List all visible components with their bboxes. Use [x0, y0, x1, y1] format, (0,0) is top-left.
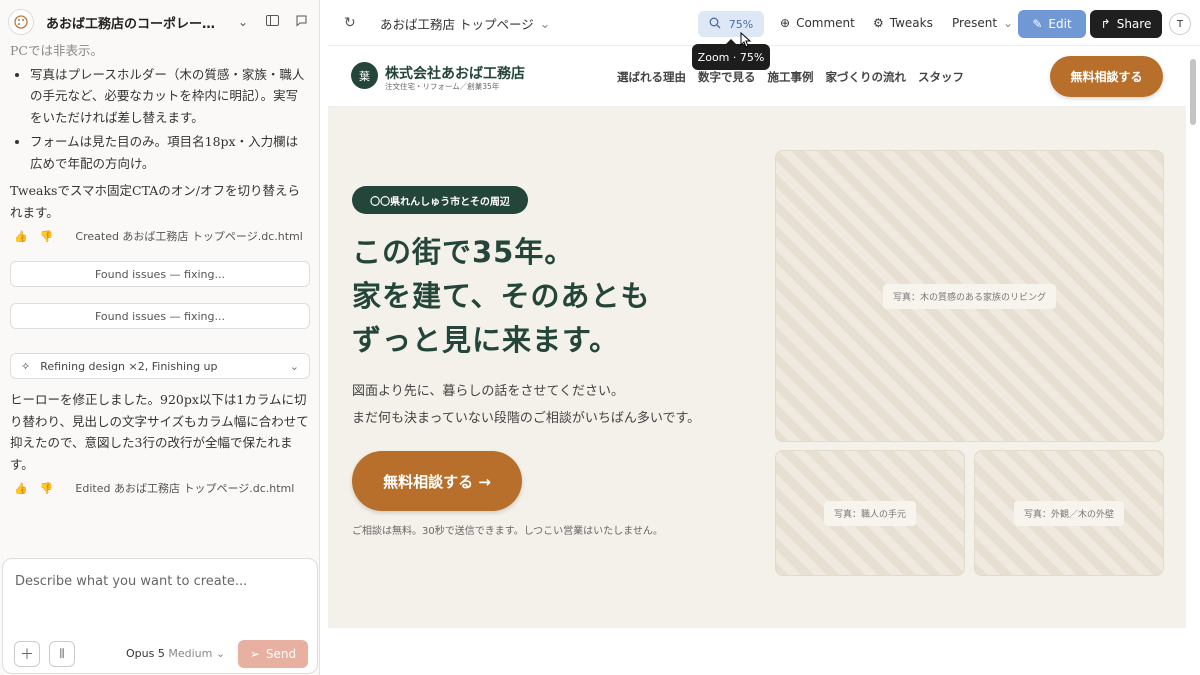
chat-bubble-icon[interactable]	[295, 14, 308, 30]
thumbs-down-icon[interactable]: 👎	[40, 482, 54, 495]
next-section	[328, 627, 1186, 675]
company-name[interactable]: 株式会社あおば工務店	[385, 63, 525, 83]
issue-status[interactable]: Found issues — fixing...	[10, 261, 310, 287]
refining-label: Refining design ×2, Finishing up	[40, 359, 218, 373]
share-label: Share	[1116, 17, 1152, 31]
feedback-row: 👍 👎 Created あおば工務店 トップページ.dc.html	[10, 223, 310, 249]
edit-label: Edit	[1048, 17, 1072, 31]
chat-text: ヒーローを修正しました。920px以下は1カラムに切り替わり、見出しの文字サイズ…	[10, 392, 309, 472]
voice-input-button[interactable]: ⫼	[49, 641, 75, 667]
area-badge: 〇〇県れんしゅう市とその周辺	[352, 186, 528, 214]
photo-placeholder-exterior: 写真：外観／木の外壁	[974, 450, 1164, 576]
issue-status[interactable]: Found issues — fixing...	[10, 303, 310, 329]
headline-line: この街で35年。	[352, 235, 575, 269]
photo-placeholder-main: 写真：木の質感のある家族のリビング	[775, 150, 1164, 442]
sparkle-icon: ✧	[21, 359, 31, 373]
file-created-link[interactable]: Created あおば工務店 トップページ.dc.html	[75, 228, 302, 244]
photo-caption: 写真：木の質感のある家族のリビング	[882, 283, 1056, 309]
present-button[interactable]: Present ⌄	[952, 0, 1013, 46]
present-label: Present	[952, 16, 998, 30]
subtext-line: まだ何も決まっていない段階のご相談がいちばん多いです。	[352, 411, 701, 426]
list-item: フォームは見た目のみ。項目名18px・入力欄は広めで年配の方向け。	[30, 131, 310, 174]
zoom-level: 75%	[728, 17, 754, 31]
pencil-icon: ✎	[1032, 17, 1043, 31]
chat-history: PCでは非表示。 写真はプレースホルダー（木の質感・家族・職人の手元など、必要な…	[0, 40, 320, 555]
page-name: あおば工務店 トップページ	[380, 16, 534, 32]
hero-subtext: 図面より先に、暮らしの話をさせてください。 まだ何も決まっていない段階のご相談が…	[352, 378, 700, 432]
add-attachment-button[interactable]: ＋	[14, 641, 40, 667]
model-selector[interactable]: Opus 5 Medium ⌄	[126, 647, 225, 660]
chat-text: Tweaksでスマホ固定CTAのオン/オフを切り替えられます。	[10, 183, 301, 220]
comment-icon: ⊕	[780, 16, 791, 30]
site-nav: 選ばれる理由 数字で見る 施工事例 家づくりの流れ スタッフ	[617, 69, 964, 85]
chevron-down-icon[interactable]: ⌄	[238, 15, 248, 29]
thumbs-up-icon[interactable]: 👍	[14, 230, 28, 243]
refining-status[interactable]: ✧ Refining design ×2, Finishing up ⌄	[10, 353, 310, 379]
model-name: Opus 5	[126, 647, 165, 660]
panel-header: あおば工務店のコーポレート… ⌄	[0, 0, 320, 44]
palette-icon[interactable]	[8, 9, 34, 35]
list-item: 写真はプレースホルダー（木の質感・家族・職人の手元など、必要なカットを枠内に明記…	[30, 64, 310, 129]
chevron-down-icon: ⌄	[215, 647, 226, 660]
chat-panel: あおば工務店のコーポレート… ⌄ PCでは非表示。 写真はプレースホルダー（木の…	[0, 0, 320, 675]
share-button[interactable]: ↱ Share	[1090, 10, 1162, 38]
chevron-down-icon: ⌄	[1003, 16, 1014, 30]
prompt-input[interactable]: Describe what you want to create...	[15, 574, 247, 589]
feedback-row: 👍 👎 Edited あおば工務店 トップページ.dc.html	[10, 475, 310, 501]
thumbs-up-icon[interactable]: 👍	[14, 482, 28, 495]
search-icon	[709, 17, 721, 32]
hero-headline: この街で35年。 家を建て、そのあとも ずっと見に来ます。	[352, 230, 651, 362]
scrollbar[interactable]	[1190, 59, 1196, 125]
send-label: Send	[265, 647, 297, 661]
nav-link-numbers[interactable]: 数字で見る	[698, 69, 756, 85]
layout-toggle-icon[interactable]	[266, 15, 280, 29]
comment-button[interactable]: ⊕ Comment	[780, 0, 855, 46]
zoom-button[interactable]: 75%	[698, 11, 764, 37]
send-button[interactable]: ➢ Send	[238, 640, 308, 668]
tweaks-icon: ⚙	[873, 16, 884, 30]
comment-label: Comment	[796, 16, 855, 30]
preview-area: ↻ あおば工務店 トップページ ⌄ 75% ⊕ Comment ⚙ Tweaks…	[328, 0, 1200, 675]
headline-line: ずっと見に来ます。	[352, 323, 620, 357]
subtext-line: 図面より先に、暮らしの話をさせてください。	[352, 384, 624, 399]
hero-cta-button[interactable]: 無料相談する →	[352, 451, 522, 511]
file-edited-link[interactable]: Edited あおば工務店 トップページ.dc.html	[75, 480, 294, 496]
photo-placeholder-craftsman: 写真：職人の手元	[775, 450, 965, 576]
chat-text: PCでは非表示。	[10, 43, 103, 58]
photo-caption: 写真：外観／木の外壁	[1013, 500, 1124, 526]
preview-toolbar: ↻ あおば工務店 トップページ ⌄ 75% ⊕ Comment ⚙ Tweaks…	[328, 0, 1200, 46]
mouse-cursor-icon	[740, 32, 752, 48]
thumbs-down-icon[interactable]: 👎	[40, 230, 54, 243]
edit-button[interactable]: ✎ Edit	[1018, 10, 1086, 38]
header-cta-button[interactable]: 無料相談する	[1050, 56, 1163, 97]
nav-link-flow[interactable]: 家づくりの流れ	[826, 69, 907, 85]
avatar[interactable]: T	[1169, 13, 1191, 35]
cta-note: ご相談は無料。30秒で送信できます。しつこい営業はいたしません。	[352, 526, 663, 537]
nav-link-works[interactable]: 施工事例	[768, 69, 814, 85]
chevron-down-icon: ⌄	[289, 359, 299, 373]
hero-section: 〇〇県れんしゅう市とその周辺 この街で35年。 家を建て、そのあとも ずっと見に…	[328, 107, 1186, 627]
send-icon: ➢	[249, 647, 260, 661]
reload-icon[interactable]: ↻	[344, 0, 356, 46]
zoom-tooltip: Zoom · 75%	[692, 39, 770, 70]
composer: Describe what you want to create... ＋ ⫼ …	[2, 558, 318, 674]
headline-line: 家を建て、そのあとも	[352, 279, 651, 313]
company-logo[interactable]: 葉	[351, 62, 378, 89]
model-effort: Medium	[168, 647, 213, 660]
bullet-list: 写真はプレースホルダー（木の質感・家族・職人の手元など、必要なカットを枠内に明記…	[10, 64, 310, 175]
site-preview: 葉 株式会社あおば工務店 注文住宅・リフォーム／創業35年 選ばれる理由 数字で…	[328, 47, 1186, 675]
project-title[interactable]: あおば工務店のコーポレート…	[46, 13, 226, 32]
nav-link-staff[interactable]: スタッフ	[918, 69, 964, 85]
share-icon: ↱	[1100, 17, 1111, 31]
tweaks-button[interactable]: ⚙ Tweaks	[873, 0, 933, 46]
photo-caption: 写真：職人の手元	[823, 500, 916, 526]
chevron-down-icon: ⌄	[539, 15, 551, 31]
tweaks-label: Tweaks	[889, 16, 933, 30]
company-tagline: 注文住宅・リフォーム／創業35年	[385, 82, 500, 91]
nav-link-reasons[interactable]: 選ばれる理由	[617, 69, 686, 85]
page-selector[interactable]: あおば工務店 トップページ ⌄	[380, 0, 550, 46]
